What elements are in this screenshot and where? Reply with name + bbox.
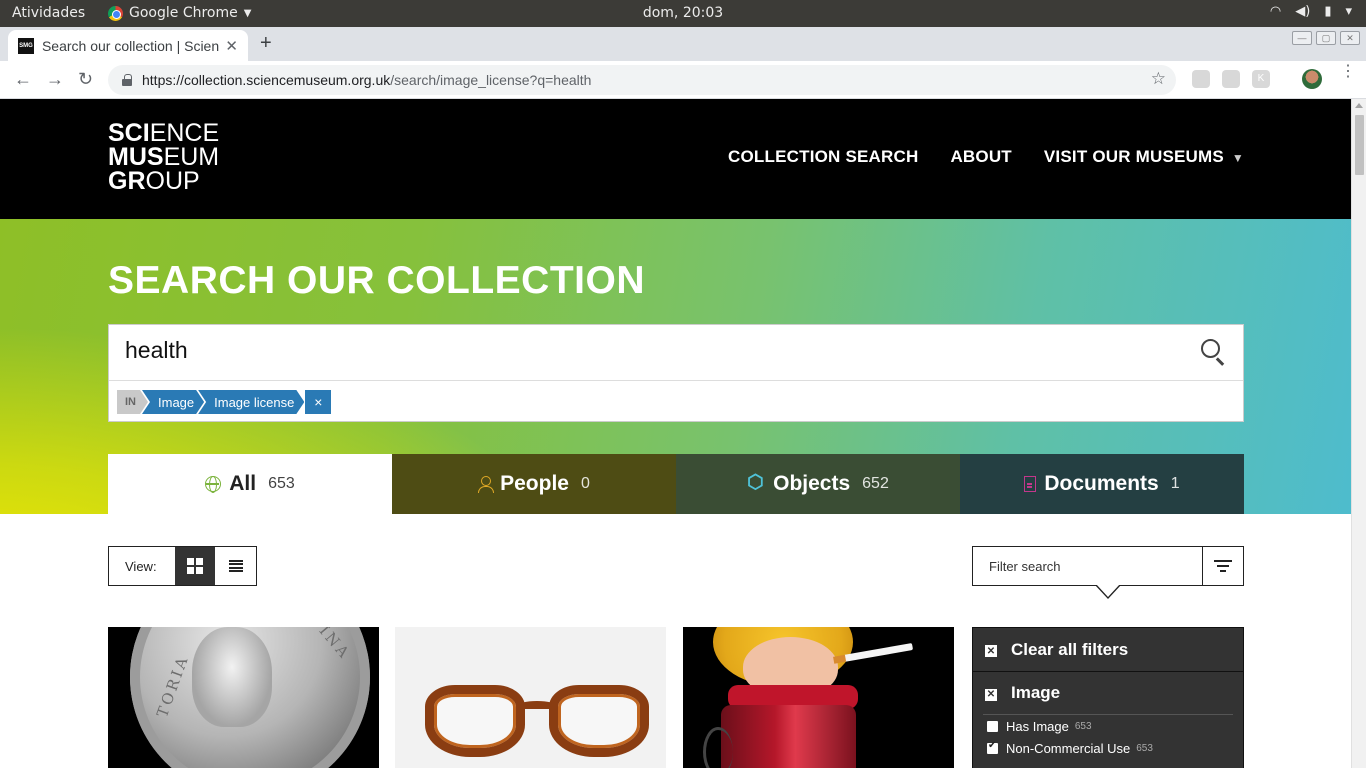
system-tray[interactable]: ◠ ◀) ▮ ▾: [1270, 4, 1352, 19]
extension-icon[interactable]: [1222, 70, 1240, 88]
page-scrollbar[interactable]: [1351, 99, 1366, 768]
result-card-doll[interactable]: [683, 627, 954, 768]
nav-about[interactable]: ABOUT: [950, 147, 1011, 167]
profile-avatar[interactable]: [1302, 69, 1322, 89]
result-card-medal[interactable]: TORIA REGINA: [108, 627, 379, 768]
person-icon: [478, 475, 495, 493]
clock[interactable]: dom, 20:03: [0, 5, 1366, 21]
clear-all-filters[interactable]: ✕ Clear all filters: [973, 628, 1243, 672]
close-tab-icon[interactable]: ✕: [225, 37, 238, 55]
new-tab-icon[interactable]: +: [260, 32, 272, 55]
filter-search: Filter search: [972, 546, 1244, 586]
tab-people[interactable]: People 0: [392, 454, 676, 514]
scroll-up-icon[interactable]: [1355, 103, 1363, 108]
scrollbar-thumb[interactable]: [1355, 115, 1364, 175]
chip-in-label: IN: [117, 390, 148, 414]
filters-panel: ✕ Clear all filters ✕ Image Has Image 653…: [972, 627, 1244, 768]
close-icon: ✕: [985, 645, 997, 657]
results-area: View: Filter search TORIA REGINA: [0, 514, 1351, 768]
grid-view-button[interactable]: [174, 547, 216, 585]
filter-option-non-commercial-use[interactable]: Non-Commercial Use653: [973, 737, 1243, 759]
filter-pointer: [1095, 584, 1121, 599]
filter-chips: IN Image Image license ×: [117, 389, 332, 415]
page-viewport: SCIENCE MUSEUM GROUP COLLECTION SEARCH A…: [0, 99, 1351, 768]
chip-image-license[interactable]: Image license: [198, 390, 304, 414]
nav-visit-our-museums[interactable]: VISIT OUR MUSEUMS ▼: [1044, 147, 1244, 167]
tab-strip: SMG Search our collection | Science ✕ + …: [0, 27, 1366, 61]
search-hero: SEARCH OUR COLLECTION health IN Image Im…: [0, 219, 1351, 514]
lock-icon[interactable]: [122, 74, 132, 86]
document-icon: [1024, 476, 1037, 492]
browser-toolbar: ← → ↻ https://collection.sciencemuseum.o…: [0, 61, 1366, 99]
science-museum-group-logo[interactable]: SCIENCE MUSEUM GROUP: [108, 121, 219, 194]
search-box: health IN Image Image license ×: [108, 324, 1244, 422]
chevron-down-icon: ▾: [1345, 4, 1352, 19]
nav-collection-search[interactable]: COLLECTION SEARCH: [728, 147, 918, 167]
list-icon: [228, 560, 243, 572]
cube-icon: [747, 471, 765, 494]
glasses-image: [425, 679, 655, 768]
checkbox[interactable]: [987, 740, 998, 754]
browser-tab[interactable]: SMG Search our collection | Science ✕: [8, 30, 248, 61]
wifi-icon: ◠: [1269, 4, 1282, 19]
chip-image[interactable]: Image: [142, 390, 204, 414]
close-window-icon[interactable]: ✕: [1340, 31, 1360, 45]
forward-arrow-icon[interactable]: →: [46, 69, 64, 90]
filter-option-has-image[interactable]: Has Image 653: [973, 715, 1243, 737]
extension-icon[interactable]: [1192, 70, 1210, 88]
checkbox[interactable]: [987, 720, 998, 732]
filter-icon: [1214, 560, 1232, 572]
maximize-icon[interactable]: ▢: [1316, 31, 1336, 45]
filter-toggle-button[interactable]: [1203, 547, 1243, 585]
grid-icon: [187, 558, 204, 574]
reload-icon[interactable]: ↻: [78, 69, 93, 90]
page-title: SEARCH OUR COLLECTION: [108, 259, 645, 302]
result-card-glasses[interactable]: [395, 627, 666, 768]
back-arrow-icon[interactable]: ←: [14, 69, 32, 90]
favicon-icon: SMG: [18, 37, 34, 54]
bookmark-star-icon[interactable]: ☆: [1151, 69, 1166, 89]
url-text: https://collection.sciencemuseum.org.uk/…: [142, 72, 592, 88]
list-view-button[interactable]: [215, 547, 256, 585]
search-input[interactable]: health: [109, 325, 1243, 381]
tab-objects[interactable]: Objects652: [676, 454, 960, 514]
close-icon: ✕: [985, 688, 997, 701]
chip-clear-icon[interactable]: ×: [305, 390, 332, 414]
extensions: K: [1192, 70, 1270, 88]
globe-icon: [205, 476, 222, 493]
caret-down-icon: ▼: [1231, 151, 1244, 165]
battery-icon: ▮: [1324, 4, 1332, 19]
window-controls: — ▢ ✕: [1292, 31, 1360, 45]
menu-dots-icon[interactable]: ⋮: [1340, 64, 1356, 80]
medal-image: TORIA REGINA: [130, 627, 370, 768]
volume-icon: ◀): [1295, 4, 1311, 19]
result-type-tabs: All653 People0 Objects652 Documents1: [108, 454, 1244, 514]
filter-group-image[interactable]: ✕ Image: [973, 672, 1243, 714]
filter-search-input[interactable]: Filter search: [973, 547, 1203, 585]
site-header: SCIENCE MUSEUM GROUP COLLECTION SEARCH A…: [0, 99, 1351, 219]
address-bar[interactable]: https://collection.sciencemuseum.org.uk/…: [108, 65, 1176, 95]
search-icon[interactable]: [1201, 339, 1227, 366]
tab-documents[interactable]: Documents 1: [960, 454, 1244, 514]
os-top-bar: Atividades Google Chrome ▼ dom, 20:03 ◠ …: [0, 0, 1366, 27]
view-label: View:: [125, 558, 157, 574]
main-nav: COLLECTION SEARCH ABOUT VISIT OUR MUSEUM…: [728, 147, 1244, 167]
tab-title: Search our collection | Science: [41, 37, 220, 54]
minimize-icon[interactable]: —: [1292, 31, 1312, 45]
extension-icon[interactable]: K: [1252, 70, 1270, 88]
view-toggle: View:: [108, 546, 257, 586]
tab-all[interactable]: All 653: [108, 454, 392, 514]
